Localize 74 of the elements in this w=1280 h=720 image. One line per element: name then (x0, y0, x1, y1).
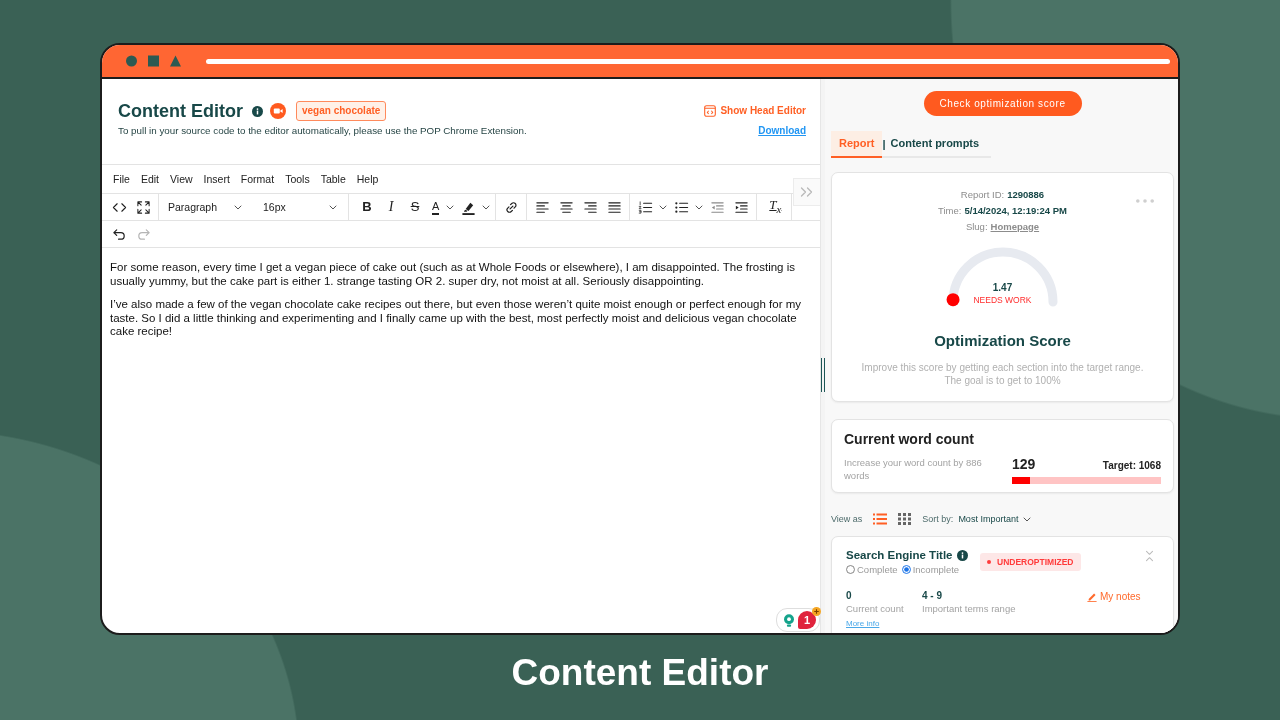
dot-icon (987, 560, 991, 564)
keyword-tag: vegan chocolate (296, 101, 387, 121)
bullet-list-icon[interactable] (673, 199, 689, 215)
page-title: Content Editor (118, 101, 243, 121)
score-title: Optimization Score (934, 331, 1071, 351)
report-meta: Time: 5/14/2024, 12:19:24 PM (938, 204, 1067, 218)
caption-title: Content Editor (511, 651, 769, 695)
numbered-list-icon[interactable] (637, 199, 653, 215)
chevron-down-icon (1023, 516, 1032, 522)
plus-icon (812, 607, 821, 616)
editor-paragraph: I’ve also made a few of the vegan chocolate cake recipes out there, but even those weren’t quite moist enough or perfect enough for my taste. So I did a little thinking and experimenting and I finally came up with the best, most perfectly moist and delicious vegan chocolate cake recipe! (110, 298, 803, 339)
grid-view-icon[interactable] (898, 513, 913, 525)
code-window-icon (704, 105, 717, 117)
undo-icon[interactable] (111, 226, 127, 242)
tab-separator: | (882, 137, 886, 150)
fullscreen-icon[interactable] (135, 199, 151, 215)
info-icon[interactable] (252, 105, 263, 117)
info-icon[interactable] (956, 549, 968, 561)
bulb-icon (783, 613, 795, 627)
clear-formatting-button[interactable]: T$_{x}$ (763, 196, 788, 218)
align-center-icon[interactable] (558, 199, 574, 215)
text-color-button[interactable]: A (432, 199, 440, 215)
editor-hint: To pull in your source code to the editor automatically, please use the POP Chrome Extension. (118, 124, 527, 137)
chevron-down-icon[interactable] (446, 204, 455, 210)
stat-value: 4 - 9 (922, 590, 943, 602)
stat-value: 0 (846, 590, 853, 602)
video-camera-icon[interactable] (270, 103, 286, 119)
editor-paragraph: For some reason, every time I get a vegan piece of cake out (such as at Whole Foods or elsewhere), I am disappointed. The frosting is usually yummy, but the cake part is either 1. strange tasting OR 2. super dry, not moist at all. Seriously disappointing. (110, 261, 797, 288)
stat-label: Important terms range (922, 602, 1017, 616)
word-count-value: 129 (1012, 456, 1036, 472)
chevron-down-icon (234, 204, 242, 210)
list-view-icon[interactable] (873, 513, 888, 525)
word-count-target: Target: 1068 (1102, 459, 1161, 473)
double-chevron-icon (800, 187, 814, 197)
chevron-down-icon (329, 204, 337, 210)
window-controls-icon (126, 55, 181, 67)
score-status: NEEDS WORK (973, 294, 1032, 306)
menu-item[interactable]: Format (240, 173, 275, 185)
block-format-select[interactable]: Paragraph (160, 201, 250, 213)
align-right-icon[interactable] (582, 199, 598, 215)
menu-item[interactable]: View (170, 173, 193, 185)
chevron-down-icon[interactable] (659, 204, 668, 210)
chevron-down-icon[interactable] (482, 204, 491, 210)
link-icon[interactable] (503, 199, 519, 215)
meta-label: Slug: (965, 220, 988, 234)
menu-item[interactable]: File (113, 173, 130, 185)
chevron-down-icon[interactable] (695, 204, 704, 210)
tab[interactable]: Content prompts (890, 131, 988, 156)
score-value: 1.47 (992, 282, 1013, 294)
indent-icon[interactable] (733, 199, 749, 215)
report-meta: Report ID: 1290886 (960, 188, 1045, 202)
view-as-label: View as (831, 514, 863, 524)
menu-item[interactable]: Edit (140, 173, 159, 185)
menu-item[interactable]: Insert (203, 173, 230, 185)
word-count-hint: Increase your word count by 886 words (844, 456, 983, 483)
radio-icon[interactable] (846, 565, 855, 574)
radio-icon[interactable] (901, 565, 911, 574)
menu-item[interactable]: Table (320, 173, 346, 185)
align-justify-icon[interactable] (606, 199, 622, 215)
menu-item[interactable]: Help (356, 173, 379, 185)
word-count-title: Current word count (844, 430, 975, 448)
sort-dropdown[interactable]: Most Important (958, 514, 1034, 524)
assistant-widget[interactable]: 1 (776, 608, 820, 632)
status-text: UNDEROPTIMIZED (997, 557, 1074, 567)
font-size-select[interactable]: 16px (255, 201, 345, 213)
bold-button[interactable]: B (355, 198, 379, 216)
italic-button[interactable]: I (379, 198, 403, 216)
sort-label: Sort by: (922, 514, 954, 524)
align-left-icon[interactable] (534, 199, 550, 215)
strikethrough-button[interactable]: S (403, 198, 427, 216)
score-description: Improve this score by getting each section into the target range. The goal is to get to 100% (860, 361, 1145, 387)
stat-label: Current count (846, 602, 905, 616)
section-title: Search Engine Title (846, 548, 953, 562)
menu-item[interactable]: Tools (285, 173, 310, 185)
